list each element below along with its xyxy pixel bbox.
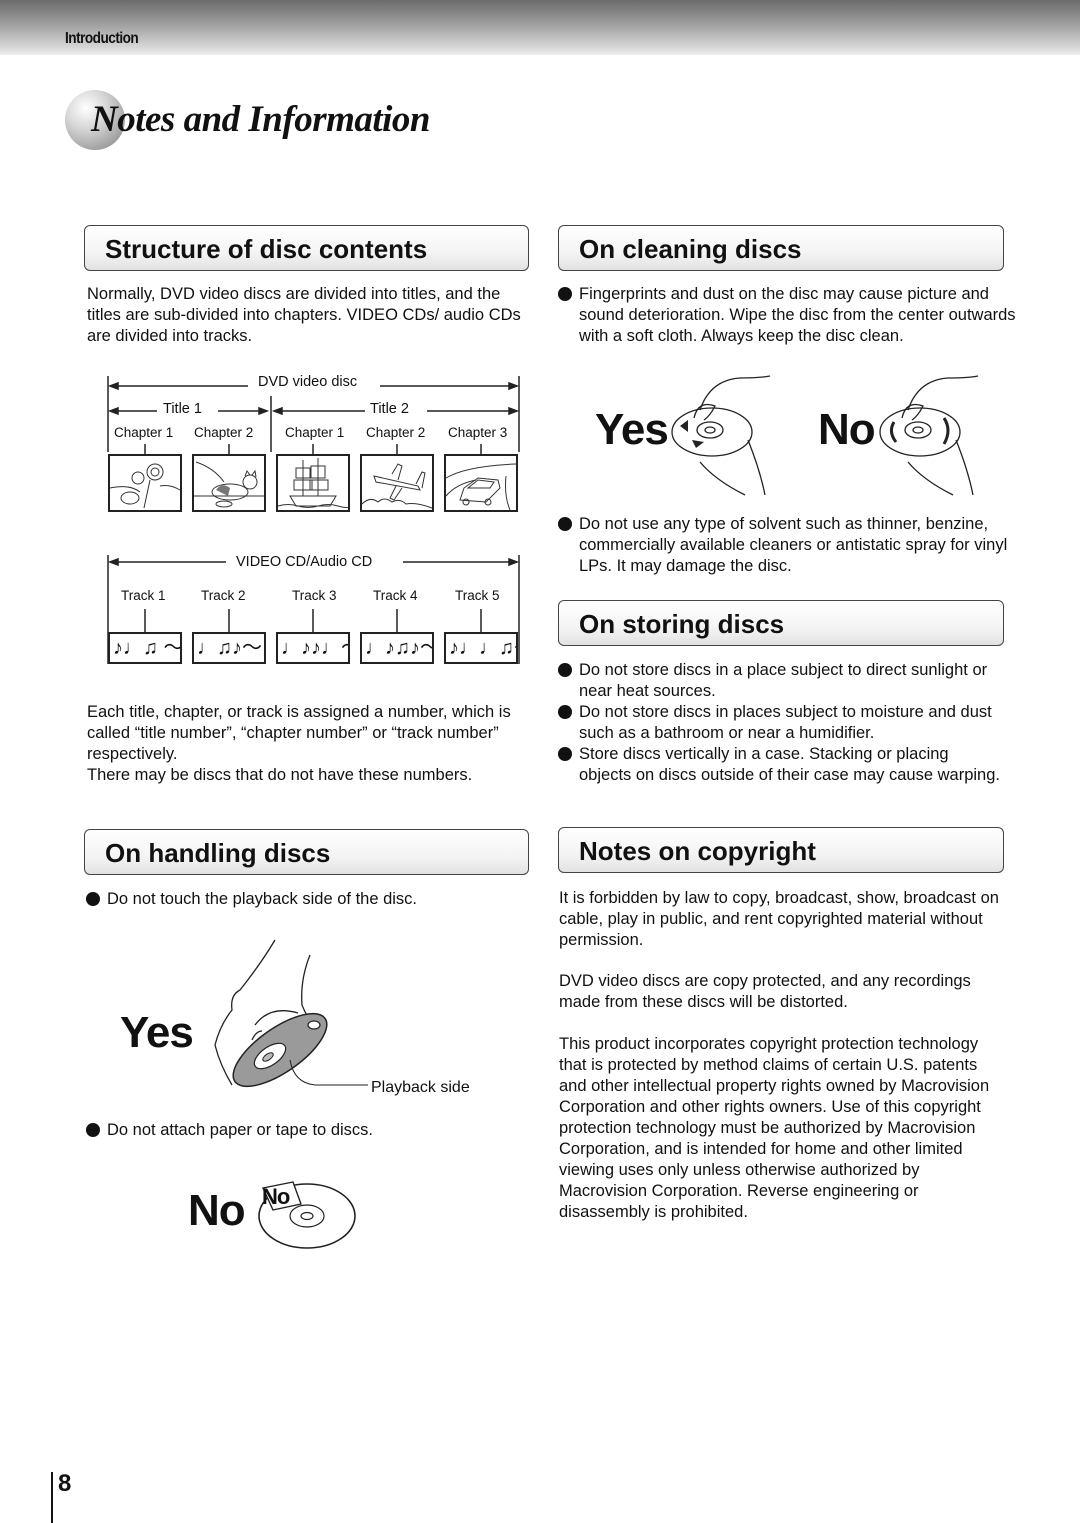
track-music-icon: ♩♪♪♩～ [276, 632, 350, 664]
cleaning-bullet-solvent: Do not use any type of solvent such as t… [558, 514, 1024, 577]
heading-storing-text: On storing discs [579, 609, 785, 639]
scene-ship-image [276, 454, 351, 512]
section-label: Introduction [65, 30, 139, 47]
heading-handling-text: On handling discs [105, 838, 331, 868]
copyright-para-3: This product incorporates copyright prot… [559, 1035, 990, 1221]
heading-cleaning-text: On cleaning discs [579, 234, 802, 264]
header-bar [0, 0, 1080, 55]
copyright-para-1: It is forbidden by law to copy, broadcas… [559, 889, 999, 949]
numbering-note: There may be discs that do not have thes… [87, 766, 473, 784]
title-2-label: Title 2 [370, 401, 409, 417]
track-music-icon: ♩♪♫♪～ [360, 632, 434, 664]
track-music-icon: ♪♩♫ ～ [108, 632, 182, 664]
chapter-label: Chapter 2 [366, 425, 426, 440]
chapter-label: Chapter 1 [114, 425, 174, 440]
handling-bullet-touch: Do not touch the playback side of the di… [86, 889, 547, 910]
heading-copyright: Notes on copyright [558, 827, 1004, 873]
storing-bullet: Store discs vertically in a case. Stacki… [558, 744, 1004, 786]
heading-storing: On storing discs [558, 600, 1004, 646]
track-label: Track 4 [373, 588, 418, 603]
track-label: Track 3 [292, 588, 337, 603]
chapter-label: Chapter 1 [285, 425, 345, 440]
heading-structure-text: Structure of disc contents [105, 234, 428, 264]
cd-label: VIDEO CD/Audio CD [236, 554, 373, 570]
title-1-label: Title 1 [163, 401, 202, 417]
cleaning-bullet-wipe: Fingerprints and dust on the disc may ca… [558, 284, 1019, 347]
heading-cleaning: On cleaning discs [558, 225, 1004, 271]
numbering-text: Each title, chapter, or track is assigne… [87, 703, 511, 763]
hand-holding-disc-icon [214, 939, 368, 1088]
heading-copyright-text: Notes on copyright [579, 836, 816, 866]
playback-side-label: Playback side [371, 1079, 470, 1096]
page-title: Notes and Information [91, 99, 431, 140]
sticker-label: No [262, 1184, 290, 1209]
track-music-icon: ♪♩♩♫～ [444, 632, 518, 664]
wipe-outward-icon [671, 375, 771, 496]
track-music-icon: ♩♫♪～ [192, 632, 266, 664]
structure-intro: Normally, DVD video discs are divided in… [87, 285, 521, 345]
page-number: 8 [58, 1470, 72, 1497]
chapter-label: Chapter 2 [194, 425, 254, 440]
page-number-bar [51, 1472, 53, 1523]
scene-airplane-image [360, 454, 434, 512]
storing-bullet: Do not store discs in places subject to … [558, 702, 1024, 744]
track-label: Track 1 [121, 588, 166, 603]
scene-sunflower-image [108, 454, 182, 512]
scene-cat-image [192, 454, 266, 512]
handling-no-label: No [188, 1186, 246, 1235]
track-label: Track 2 [201, 588, 246, 603]
cleaning-no-label: No [818, 405, 876, 454]
track-label: Track 5 [455, 588, 500, 603]
chapter-label: Chapter 3 [448, 425, 508, 440]
storing-bullet: Do not store discs in a place subject to… [558, 660, 1024, 702]
wipe-circular-icon [879, 375, 979, 496]
scene-car-image [444, 454, 518, 512]
handling-bullet-tape: Do not attach paper or tape to discs. [86, 1120, 547, 1141]
heading-structure: Structure of disc contents [84, 225, 529, 271]
dvd-label: DVD video disc [258, 374, 358, 390]
copyright-para-2: DVD video discs are copy protected, and … [559, 972, 971, 1011]
cleaning-yes-label: Yes [595, 405, 669, 454]
handling-yes-label: Yes [120, 1008, 194, 1057]
cd-arrows [107, 555, 520, 664]
heading-handling: On handling discs [84, 829, 529, 875]
